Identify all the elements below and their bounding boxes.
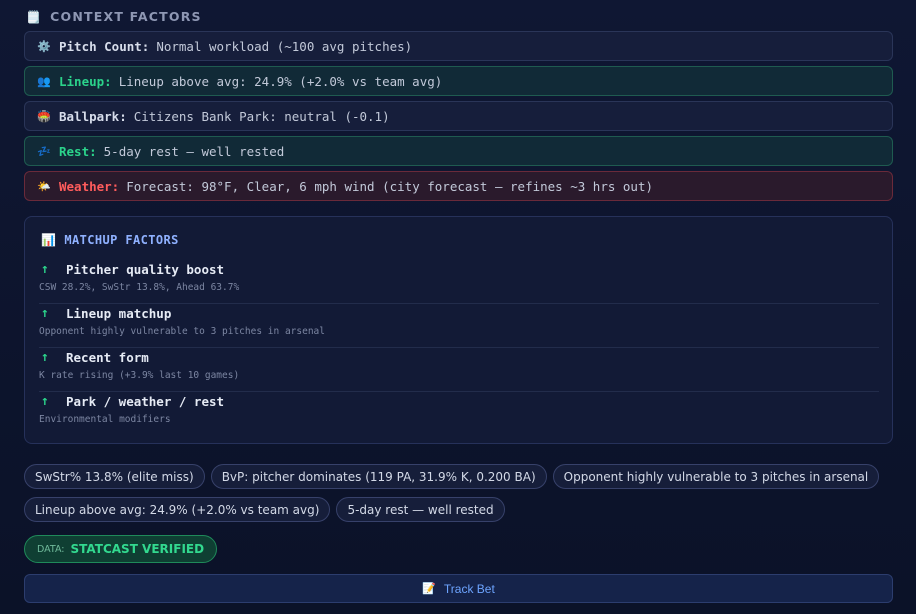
context-value: Normal workload (~100 avg pitches) bbox=[156, 38, 413, 54]
arrow-up-icon: ↑ bbox=[41, 262, 49, 277]
context-factors-list: ⚙️ Pitch Count: Normal workload (~100 av… bbox=[24, 31, 893, 206]
sun-cloud-icon: 🌤️ bbox=[37, 179, 51, 193]
data-source-value: STATCAST VERIFIED bbox=[70, 542, 205, 556]
arrow-up-icon: ↑ bbox=[41, 394, 49, 409]
gear-icon: ⚙️ bbox=[37, 39, 51, 53]
context-value: Citizens Bank Park: neutral (-0.1) bbox=[133, 108, 390, 124]
zzz-icon: 💤 bbox=[37, 144, 51, 158]
context-value: 5-day rest — well rested bbox=[103, 143, 285, 159]
context-label: Weather: bbox=[59, 178, 120, 194]
context-factors-header: 🗒️ CONTEXT FACTORS bbox=[26, 9, 202, 24]
context-row-pitch-count: ⚙️ Pitch Count: Normal workload (~100 av… bbox=[24, 31, 893, 61]
matchup-factors-header: 📊 MATCHUP FACTORS bbox=[41, 233, 179, 247]
people-icon: 👥 bbox=[37, 74, 51, 88]
tag-row: Lineup above avg: 24.9% (+2.0% vs team a… bbox=[24, 497, 894, 522]
context-label: Rest: bbox=[59, 143, 97, 159]
arrow-up-icon: ↑ bbox=[41, 306, 49, 321]
context-value: Forecast: 98°F, Clear, 6 mph wind (city … bbox=[126, 178, 654, 194]
clipboard-icon: 🗒️ bbox=[26, 9, 43, 24]
insight-tags: SwStr% 13.8% (elite miss) BvP: pitcher d… bbox=[24, 464, 894, 530]
matchup-factor-name: Pitcher quality boost bbox=[66, 262, 225, 277]
data-source-key: DATA: bbox=[37, 543, 65, 555]
matchup-factor-desc: Opponent highly vulnerable to 3 pitches … bbox=[39, 326, 325, 337]
memo-icon: 📝 bbox=[422, 583, 436, 595]
context-label: Lineup: bbox=[59, 73, 112, 89]
matchup-factor-item: ↑ Lineup matchup Opponent highly vulnera… bbox=[39, 305, 879, 348]
matchup-factor-name: Park / weather / rest bbox=[66, 394, 225, 409]
matchup-factors-panel: 📊 MATCHUP FACTORS ↑ Pitcher quality boos… bbox=[24, 216, 893, 444]
insight-tag: 5-day rest — well rested bbox=[336, 497, 505, 522]
tag-row: SwStr% 13.8% (elite miss) BvP: pitcher d… bbox=[24, 464, 894, 489]
bar-chart-icon: 📊 bbox=[41, 233, 57, 247]
matchup-factor-desc: Environmental modifiers bbox=[39, 414, 171, 425]
insight-tag: SwStr% 13.8% (elite miss) bbox=[24, 464, 205, 489]
matchup-factor-desc: CSW 28.2%, SwStr 13.8%, Ahead 63.7% bbox=[39, 282, 240, 293]
context-value: Lineup above avg: 24.9% (+2.0% vs team a… bbox=[118, 73, 443, 89]
context-row-weather: 🌤️ Weather: Forecast: 98°F, Clear, 6 mph… bbox=[24, 171, 893, 201]
matchup-factor-item: ↑ Park / weather / rest Environmental mo… bbox=[39, 393, 879, 436]
insight-tag: Lineup above avg: 24.9% (+2.0% vs team a… bbox=[24, 497, 331, 522]
context-row-rest: 💤 Rest: 5-day rest — well rested bbox=[24, 136, 893, 166]
data-source-badge: DATA: STATCAST VERIFIED bbox=[24, 535, 218, 563]
stadium-icon: 🏟️ bbox=[37, 109, 51, 123]
matchup-factor-desc: K rate rising (+3.9% last 10 games) bbox=[39, 370, 240, 381]
insight-tag: BvP: pitcher dominates (119 PA, 31.9% K,… bbox=[210, 464, 547, 489]
matchup-factor-item: ↑ Recent form K rate rising (+3.9% last … bbox=[39, 349, 879, 392]
arrow-up-icon: ↑ bbox=[41, 350, 49, 365]
track-bet-button[interactable]: 📝 Track Bet bbox=[24, 574, 893, 603]
matchup-factor-item: ↑ Pitcher quality boost CSW 28.2%, SwStr… bbox=[39, 261, 879, 304]
insight-tag: Opponent highly vulnerable to 3 pitches … bbox=[552, 464, 880, 489]
context-row-ballpark: 🏟️ Ballpark: Citizens Bank Park: neutral… bbox=[24, 101, 893, 131]
context-row-lineup: 👥 Lineup: Lineup above avg: 24.9% (+2.0%… bbox=[24, 66, 893, 96]
context-label: Ballpark: bbox=[59, 108, 127, 124]
track-bet-label: Track Bet bbox=[443, 581, 495, 596]
context-factors-title: CONTEXT FACTORS bbox=[50, 9, 202, 24]
matchup-factors-list: ↑ Pitcher quality boost CSW 28.2%, SwStr… bbox=[39, 261, 879, 437]
context-label: Pitch Count: bbox=[59, 38, 150, 54]
matchup-factor-name: Lineup matchup bbox=[66, 306, 172, 321]
matchup-factor-name: Recent form bbox=[66, 350, 149, 365]
matchup-factors-title: MATCHUP FACTORS bbox=[64, 233, 179, 247]
